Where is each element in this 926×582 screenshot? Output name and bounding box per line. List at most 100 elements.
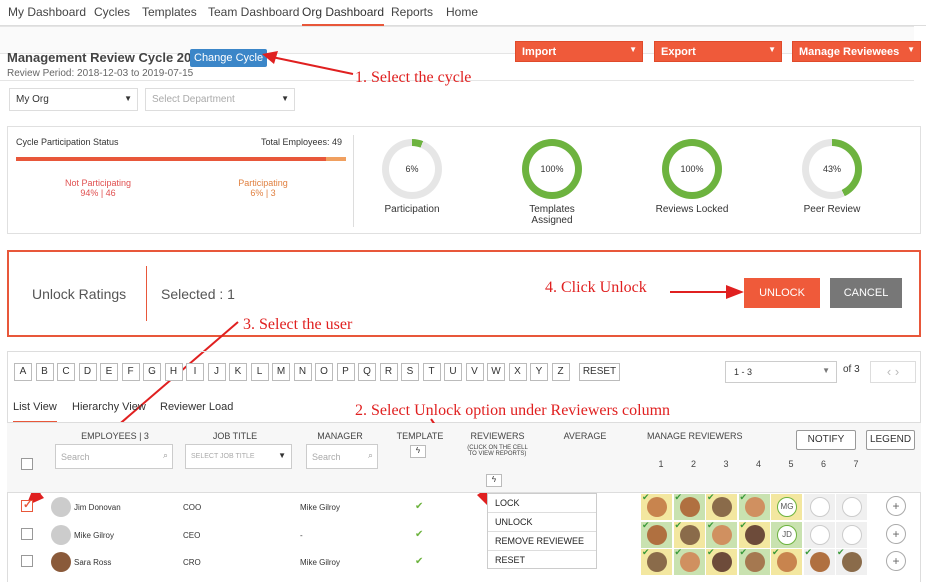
alphabet-letter-c[interactable]: C: [57, 363, 75, 381]
alphabet-letter-p[interactable]: P: [336, 363, 355, 381]
export-dropdown[interactable]: Export ▼: [654, 41, 782, 62]
participation-bar: [16, 157, 346, 161]
reviewer-avatar: [647, 497, 667, 517]
search-icon: ⌕: [162, 450, 168, 460]
import-dropdown[interactable]: Import ▼: [515, 41, 643, 62]
reviewer-cell[interactable]: [803, 521, 835, 548]
alphabet-letter-o[interactable]: O: [315, 363, 333, 381]
row-checkbox[interactable]: [21, 555, 33, 567]
reviewer-cell[interactable]: ✔: [738, 547, 770, 575]
alphabet-letter-d[interactable]: D: [78, 363, 97, 381]
nav-org-dashboard[interactable]: Org Dashboard: [302, 5, 385, 26]
tab-reviewer-load[interactable]: Reviewer Load: [160, 401, 233, 413]
alphabet-letter-q[interactable]: Q: [358, 363, 376, 381]
reviewer-cell[interactable]: ✔: [738, 492, 770, 520]
alphabet-letter-z[interactable]: Z: [551, 363, 570, 381]
org-select[interactable]: My Org ▼: [9, 88, 138, 111]
alphabet-letter-t[interactable]: T: [422, 363, 441, 381]
menu-unlock[interactable]: UNLOCK: [488, 513, 596, 532]
alphabet-letter-r[interactable]: R: [379, 363, 398, 381]
manage-reviewees-dropdown[interactable]: Manage Reviewees ▼: [792, 41, 921, 62]
page-range-select[interactable]: 1 - 3 ▼: [725, 361, 837, 383]
alphabet-letter-v[interactable]: V: [465, 363, 484, 381]
nav-team-dashboard[interactable]: Team Dashboard: [208, 5, 299, 19]
nav-my-dashboard[interactable]: My Dashboard: [8, 5, 86, 19]
reviewer-cell[interactable]: ✔: [641, 492, 672, 520]
reviewer-cell[interactable]: MG: [771, 494, 802, 520]
nav-reports[interactable]: Reports: [391, 5, 433, 19]
tab-hierarchy-view[interactable]: Hierarchy View: [72, 401, 146, 413]
not-participating-label: Not Participating: [64, 178, 132, 188]
employee-name[interactable]: Jim Donovan: [74, 503, 121, 512]
alphabet-letter-i[interactable]: I: [186, 363, 204, 381]
alphabet-letter-w[interactable]: W: [487, 363, 505, 381]
reviewer-cell[interactable]: ✔: [641, 547, 672, 575]
alphabet-letter-a[interactable]: A: [14, 363, 32, 381]
alphabet-letter-y[interactable]: Y: [530, 363, 548, 381]
reviewer-cell[interactable]: ✔: [803, 547, 835, 575]
reviewer-cell[interactable]: ✔: [706, 547, 737, 575]
nav-cycles[interactable]: Cycles: [94, 5, 130, 19]
alphabet-letter-u[interactable]: U: [444, 363, 462, 381]
menu-reset[interactable]: RESET: [488, 551, 596, 570]
add-reviewer-icon[interactable]: +: [886, 523, 906, 544]
change-cycle-button[interactable]: Change Cycle: [190, 49, 268, 67]
unlock-button[interactable]: UNLOCK: [744, 278, 820, 308]
job-title: CEO: [183, 530, 201, 540]
reviewer-cell[interactable]: ✔: [771, 547, 802, 575]
alphabet-letter-e[interactable]: E: [100, 363, 118, 381]
alphabet-letter-f[interactable]: F: [121, 363, 140, 381]
template-action-icon[interactable]: ϟ: [410, 445, 426, 458]
prev-page-icon[interactable]: ‹: [887, 364, 891, 379]
department-select[interactable]: Select Department ▼: [145, 88, 295, 111]
legend-button[interactable]: LEGEND: [866, 430, 915, 450]
reviewer-cell[interactable]: [836, 494, 867, 520]
select-all-checkbox[interactable]: [21, 458, 33, 470]
reviewer-cell[interactable]: ✔: [673, 520, 705, 548]
manager-search-input[interactable]: Search ⌕: [306, 444, 378, 469]
alphabet-letter-s[interactable]: S: [401, 363, 419, 381]
reviewer-cell[interactable]: ✔: [673, 547, 705, 575]
nav-templates[interactable]: Templates: [142, 5, 197, 19]
alphabet-letter-j[interactable]: J: [207, 363, 226, 381]
menu-remove-reviewee[interactable]: REMOVE REVIEWEE: [488, 532, 596, 551]
reviewer-cell[interactable]: ✔: [836, 547, 867, 575]
add-reviewer-icon[interactable]: +: [886, 496, 906, 516]
job-title-select[interactable]: SELECT JOB TITLE ▼: [185, 444, 292, 469]
nav-home[interactable]: Home: [446, 5, 478, 19]
reviewer-cell[interactable]: ✔: [673, 492, 705, 520]
reviewer-cell[interactable]: [836, 521, 867, 548]
reviewer-cell[interactable]: ✔: [738, 520, 770, 548]
reviewer-cell[interactable]: [803, 494, 835, 520]
alphabet-letter-b[interactable]: B: [35, 363, 54, 381]
alphabet-letter-x[interactable]: X: [508, 363, 527, 381]
reviewers-action-icon[interactable]: ϟ: [486, 474, 502, 487]
next-page-icon[interactable]: ›: [895, 364, 899, 379]
tab-list-view[interactable]: List View: [13, 401, 57, 423]
donut-value: 100%: [669, 146, 715, 192]
alphabet-reset-button[interactable]: RESET: [579, 363, 620, 381]
reviewer-cell[interactable]: ✔: [641, 520, 672, 548]
alphabet-letter-h[interactable]: H: [164, 363, 183, 381]
alphabet-letter-g[interactable]: G: [143, 363, 161, 381]
row-checkbox[interactable]: [21, 527, 33, 540]
cancel-button[interactable]: CANCEL: [830, 278, 902, 308]
reviewer-cell[interactable]: JD: [771, 521, 802, 548]
manage-reviewees-label: Manage Reviewees: [799, 46, 900, 58]
employee-name[interactable]: Mike Gilroy: [74, 531, 114, 540]
reviewer-cell[interactable]: ✔: [706, 520, 737, 548]
search-icon: ⌕: [367, 450, 373, 460]
alphabet-letter-n[interactable]: N: [293, 363, 312, 381]
employee-search-input[interactable]: Search ⌕: [55, 444, 173, 469]
alphabet-letter-k[interactable]: K: [229, 363, 247, 381]
alphabet-letter-m[interactable]: M: [272, 363, 290, 381]
add-reviewer-icon[interactable]: +: [886, 551, 906, 571]
template-check-icon: ✔: [415, 528, 424, 540]
menu-lock[interactable]: LOCK: [488, 494, 596, 513]
reviewer-cell[interactable]: ✔: [706, 492, 737, 520]
row-checkbox[interactable]: ✓: [21, 499, 33, 512]
employee-name[interactable]: Sara Ross: [74, 558, 111, 567]
notify-button[interactable]: NOTIFY: [796, 430, 856, 450]
org-select-value: My Org: [16, 94, 49, 105]
alphabet-letter-l[interactable]: L: [250, 363, 269, 381]
